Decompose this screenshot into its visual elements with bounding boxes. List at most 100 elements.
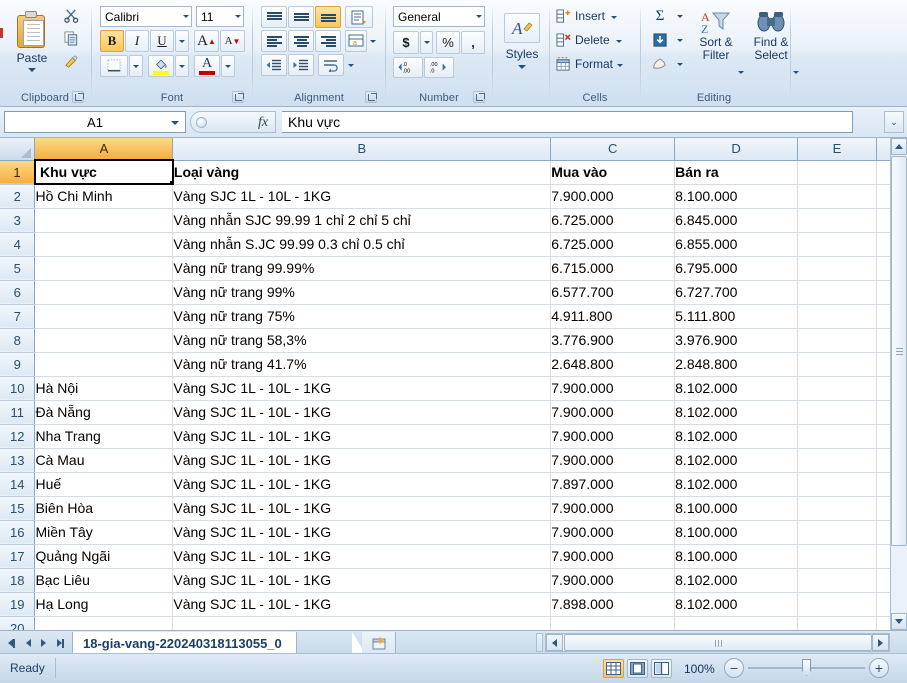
fill-button[interactable]	[648, 29, 672, 51]
accounting-format-button[interactable]: $	[393, 31, 419, 54]
row-header-11[interactable]: 11	[0, 400, 36, 425]
format-painter-button[interactable]	[60, 51, 82, 71]
cell-B17[interactable]: Vàng SJC 1L - 10L - 1KG	[172, 544, 552, 569]
cell-D14[interactable]: 8.102.000	[674, 472, 799, 497]
row-header-4[interactable]: 4	[0, 232, 36, 257]
scroll-left-button[interactable]	[546, 634, 563, 651]
row-header-5[interactable]: 5	[0, 256, 36, 281]
borders-button[interactable]	[100, 55, 128, 77]
row-header-14[interactable]: 14	[0, 472, 36, 497]
cell-E15[interactable]	[797, 496, 877, 521]
row-header-17[interactable]: 17	[0, 544, 36, 569]
cell-B19[interactable]: Vàng SJC 1L - 10L - 1KG	[172, 592, 552, 617]
autosum-button[interactable]: Σ	[648, 5, 672, 27]
shrink-font-button[interactable]: A ▼	[220, 30, 245, 52]
cell-A16[interactable]: Miền Tây	[34, 520, 174, 545]
cell-D8[interactable]: 3.976.900	[674, 328, 799, 353]
next-sheet-button[interactable]	[41, 639, 47, 647]
decrease-indent-button[interactable]	[261, 54, 287, 76]
cell-A20[interactable]	[34, 616, 174, 630]
cell-B18[interactable]: Vàng SJC 1L - 10L - 1KG	[172, 568, 552, 593]
horizontal-scroll-thumb[interactable]	[564, 634, 872, 651]
font-size-combo[interactable]: 11	[196, 6, 244, 27]
last-sheet-button[interactable]	[56, 638, 64, 648]
cell-D1[interactable]: Bán ra	[674, 160, 799, 185]
cell-E5[interactable]	[797, 256, 877, 281]
increase-decimal-button[interactable]: .0 .00	[393, 57, 423, 78]
cell-E20[interactable]	[797, 616, 877, 630]
cell-C17[interactable]: 7.900.000	[550, 544, 676, 569]
align-top-button[interactable]	[261, 6, 287, 28]
cell-A3[interactable]	[34, 208, 174, 233]
cell-E17[interactable]	[797, 544, 877, 569]
row-header-6[interactable]: 6	[0, 280, 36, 305]
formula-input[interactable]: Khu vực	[282, 111, 853, 133]
paste-button[interactable]: Paste	[8, 5, 56, 77]
cell-E8[interactable]	[797, 328, 877, 353]
cell-A2[interactable]: Hồ Chi Minh	[34, 184, 174, 209]
cell-C15[interactable]: 7.900.000	[550, 496, 676, 521]
cell-C8[interactable]: 3.776.900	[550, 328, 676, 353]
align-right-button[interactable]	[315, 30, 341, 52]
column-header-e[interactable]: E	[797, 138, 877, 161]
row-header-18[interactable]: 18	[0, 568, 36, 593]
sort-filter-button[interactable]: A Z Sort & Filter	[690, 5, 742, 77]
font-color-button[interactable]: A	[194, 55, 220, 77]
cell-D2[interactable]: 8.100.000	[674, 184, 799, 209]
cell-E14[interactable]	[797, 472, 877, 497]
wrap-text-dropdown[interactable]	[345, 54, 356, 76]
cell-A18[interactable]: Bạc Liêu	[34, 568, 174, 593]
row-header-20[interactable]: 20	[0, 616, 36, 630]
decrease-decimal-button[interactable]: .00 .0	[424, 57, 454, 78]
font-color-dropdown[interactable]	[221, 55, 235, 77]
cell-B9[interactable]: Vàng nữ trang 41.7%	[172, 352, 552, 377]
cell-E9[interactable]	[797, 352, 877, 377]
cell-B7[interactable]: Vàng nữ trang 75%	[172, 304, 552, 329]
cell-D16[interactable]: 8.100.000	[674, 520, 799, 545]
fill-color-button[interactable]	[148, 55, 174, 77]
cell-B3[interactable]: Vàng nhẫn SJC 99.99 1 chỉ 2 chỉ 5 chỉ	[172, 208, 552, 233]
percent-format-button[interactable]: %	[436, 31, 460, 54]
scroll-right-button[interactable]	[872, 634, 889, 651]
cell-E19[interactable]	[797, 592, 877, 617]
cell-D11[interactable]: 8.102.000	[674, 400, 799, 425]
cell-E16[interactable]	[797, 520, 877, 545]
vertical-scroll-thumb[interactable]	[891, 156, 907, 546]
cell-A5[interactable]	[34, 256, 174, 281]
cell-E3[interactable]	[797, 208, 877, 233]
page-break-view-button[interactable]	[651, 659, 672, 678]
clear-dropdown[interactable]	[673, 53, 686, 75]
cell-D20[interactable]	[674, 616, 799, 630]
expand-formula-bar-button[interactable]: ⌄	[884, 111, 904, 133]
merge-center-dropdown[interactable]	[367, 30, 378, 52]
italic-button[interactable]: I	[125, 30, 149, 52]
cell-C10[interactable]: 7.900.000	[550, 376, 676, 401]
clear-button[interactable]	[648, 53, 672, 75]
styles-button[interactable]: A Styles	[500, 5, 544, 77]
cell-E18[interactable]	[797, 568, 877, 593]
cell-E10[interactable]	[797, 376, 877, 401]
row-header-15[interactable]: 15	[0, 496, 36, 521]
merge-center-button[interactable]: a	[345, 30, 367, 52]
cell-A8[interactable]	[34, 328, 174, 353]
cell-C13[interactable]: 7.900.000	[550, 448, 676, 473]
name-box[interactable]: A1	[4, 111, 186, 133]
cell-A14[interactable]: Huế	[34, 472, 174, 497]
cell-C16[interactable]: 7.900.000	[550, 520, 676, 545]
cell-A1[interactable]: Khu vực	[33, 159, 174, 185]
cell-C1[interactable]: Mua vào	[550, 160, 676, 185]
delete-cells-button[interactable]: Delete	[555, 29, 635, 51]
cell-D3[interactable]: 6.845.000	[674, 208, 799, 233]
zoom-out-button[interactable]: −	[724, 658, 744, 678]
cell-B20[interactable]	[172, 616, 552, 630]
cell-E6[interactable]	[797, 280, 877, 305]
align-middle-button[interactable]	[288, 6, 314, 28]
spreadsheet-grid[interactable]: A B C D E 1 Khu vực Loại vàng Mua vào Bán ra…	[0, 138, 907, 630]
format-cells-button[interactable]: Format	[555, 53, 635, 75]
cell-B10[interactable]: Vàng SJC 1L - 10L - 1KG	[172, 376, 552, 401]
cell-E1[interactable]	[797, 160, 877, 185]
cell-A17[interactable]: Quảng Ngãi	[34, 544, 174, 569]
cut-button[interactable]	[60, 5, 82, 25]
cell-C18[interactable]: 7.900.000	[550, 568, 676, 593]
cell-D10[interactable]: 8.102.000	[674, 376, 799, 401]
